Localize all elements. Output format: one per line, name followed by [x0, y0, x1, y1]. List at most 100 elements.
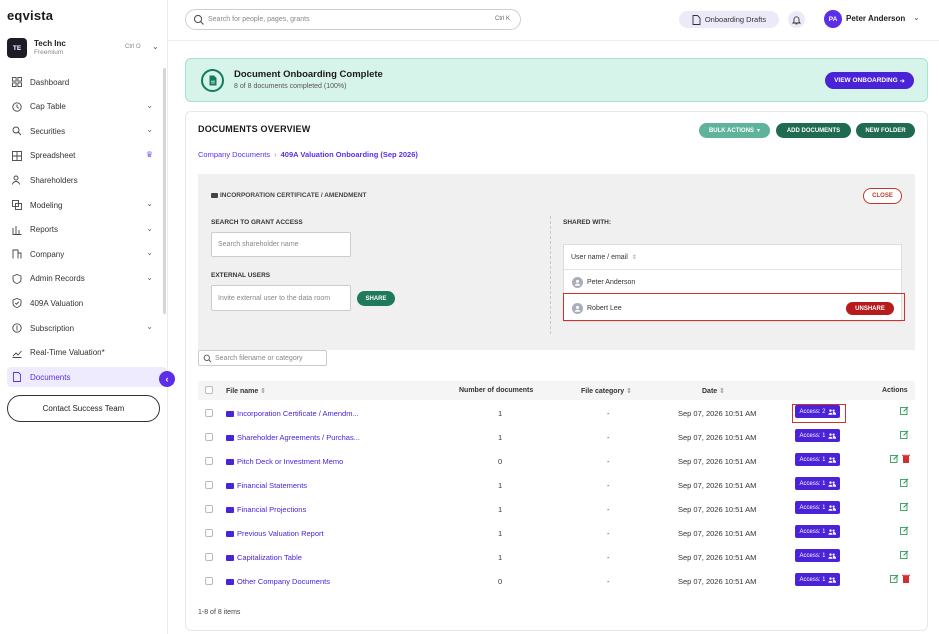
shareholder-search-input[interactable]: Search shareholder name	[211, 232, 351, 257]
filename-filter-input[interactable]: Search filename or category	[198, 350, 327, 366]
crown-icon: ♛	[145, 149, 153, 159]
select-all-checkbox[interactable]	[205, 386, 213, 394]
row-checkbox[interactable]	[205, 577, 213, 585]
row-checkbox[interactable]	[205, 529, 213, 537]
access-button[interactable]: Access: 1	[795, 573, 840, 586]
file-date: Sep 07, 2026 10:51 AM	[678, 505, 757, 514]
banner-title: Document Onboarding Complete	[234, 69, 383, 80]
document-icon	[692, 14, 701, 25]
access-button[interactable]: Access: 1	[795, 453, 840, 466]
file-name-link[interactable]: Capitalization Table	[226, 553, 302, 562]
edit-icon[interactable]	[900, 478, 909, 487]
row-actions	[900, 550, 909, 559]
row-checkbox[interactable]	[205, 481, 213, 489]
file-name-link[interactable]: Financial Statements	[226, 481, 307, 490]
view-onboarding-button[interactable]: VIEW ONBOARDING ➜	[825, 72, 914, 89]
file-name-link[interactable]: Pitch Deck or Investment Memo	[226, 457, 343, 466]
row-actions	[900, 430, 909, 439]
securities-icon	[10, 124, 24, 138]
sidebar-scrollbar[interactable]	[163, 68, 166, 314]
sidebar-item-modeling[interactable]: Modeling ⌄	[7, 195, 159, 215]
access-button[interactable]: Access: 1	[795, 549, 840, 562]
date-column-header[interactable]: Date ⇕	[702, 387, 725, 395]
external-user-input[interactable]: Invite external user to the data room	[211, 285, 351, 311]
row-checkbox[interactable]	[205, 457, 213, 465]
file-name-link[interactable]: Financial Projections	[226, 505, 306, 514]
global-search-input[interactable]: Search for people, pages, grants Ctrl K	[185, 9, 521, 30]
sidebar-item-admin-records[interactable]: Admin Records ⌄	[7, 269, 159, 289]
sidebar-item-dashboard[interactable]: Dashboard	[7, 72, 159, 92]
users-icon	[10, 173, 24, 187]
org-switcher[interactable]: TE Tech Inc Freemium Ctrl O ⌄	[7, 38, 162, 62]
bulk-actions-button[interactable]: BULK ACTIONS ▾	[699, 123, 770, 138]
trash-icon[interactable]	[902, 574, 910, 583]
sidebar: eqvista TE Tech Inc Freemium Ctrl O ⌄ Da…	[0, 0, 168, 634]
row-checkbox[interactable]	[205, 409, 213, 417]
access-label: Access: 1	[799, 456, 826, 463]
sidebar-item-securities[interactable]: Securities ⌄	[7, 121, 159, 141]
file-name-header-label: File name	[226, 388, 259, 395]
edit-icon[interactable]	[900, 526, 909, 535]
onboarding-drafts-button[interactable]: Onboarding Drafts	[679, 11, 779, 28]
edit-icon[interactable]	[900, 502, 909, 511]
eqvista-logo[interactable]: eqvista	[7, 8, 53, 23]
edit-icon[interactable]	[890, 454, 899, 463]
user-avatar[interactable]: PA	[824, 10, 842, 28]
sidebar-item-spreadsheet[interactable]: Spreadsheet ♛	[7, 146, 159, 166]
users-icon	[827, 528, 836, 535]
file-name-link[interactable]: Other Company Documents	[226, 577, 330, 586]
sort-icon: ⇕	[626, 388, 633, 395]
row-checkbox[interactable]	[205, 433, 213, 441]
sidebar-item-label: Company	[30, 249, 65, 259]
file-name: Financial Projections	[237, 505, 307, 514]
actions-column-header: Actions	[882, 387, 908, 394]
shared-with-header[interactable]: User name / email ⇕	[564, 245, 901, 270]
access-button[interactable]: Access: 1	[795, 477, 840, 490]
sidebar-item-company[interactable]: Company ⌄	[7, 244, 159, 264]
category-column-header[interactable]: File category ⇕	[581, 387, 632, 395]
row-checkbox[interactable]	[205, 553, 213, 561]
row-checkbox[interactable]	[205, 505, 213, 513]
collapse-sidebar-button[interactable]: ‹	[159, 371, 175, 387]
user-column-header: User name / email	[571, 253, 628, 261]
page-title: DOCUMENTS OVERVIEW	[198, 124, 311, 134]
access-button[interactable]: Access: 1	[795, 501, 840, 514]
edit-icon[interactable]	[900, 406, 909, 415]
sidebar-item-real-time-valuation[interactable]: Real-Time Valuation*	[7, 343, 159, 363]
sidebar-item-409a-valuation[interactable]: 409A Valuation	[7, 293, 159, 313]
edit-icon[interactable]	[900, 550, 909, 559]
sidebar-item-label: Documents	[30, 372, 71, 382]
sidebar-item-subscription[interactable]: Subscription ⌄	[7, 318, 159, 338]
share-button[interactable]: SHARE	[357, 291, 395, 306]
user-name[interactable]: Peter Anderson	[846, 14, 905, 23]
access-label: Access: 1	[799, 552, 826, 559]
folder-icon	[226, 458, 234, 465]
file-date: Sep 07, 2026 10:51 AM	[678, 577, 757, 586]
sidebar-item-documents[interactable]: Documents	[7, 367, 167, 388]
external-user-placeholder: Invite external user to the data room	[218, 294, 331, 302]
access-button[interactable]: Access: 1	[795, 429, 840, 442]
sidebar-item-shareholders[interactable]: Shareholders	[7, 170, 159, 190]
new-folder-button[interactable]: NEW FOLDER	[856, 123, 915, 138]
breadcrumb-current[interactable]: 409A Valuation Onboarding (Sep 2026)	[281, 150, 418, 159]
sort-icon: ⇕	[631, 254, 637, 261]
trash-icon[interactable]	[902, 454, 910, 463]
chevron-down-icon[interactable]: ⌄	[913, 13, 920, 22]
close-share-panel-button[interactable]: CLOSE	[863, 188, 902, 204]
breadcrumb-root[interactable]: Company Documents	[198, 150, 270, 159]
notifications-button[interactable]	[788, 11, 805, 28]
contact-success-team-button[interactable]: Contact Success Team	[7, 395, 160, 422]
access-button[interactable]: Access: 1	[795, 525, 840, 538]
table-row: Pitch Deck or Investment Memo 0 - Sep 07, 2…	[198, 449, 915, 473]
sidebar-item-reports[interactable]: Reports ⌄	[7, 220, 159, 240]
file-name-column-header[interactable]: File name ⇕	[226, 387, 266, 395]
file-name-link[interactable]: Shareholder Agreements / Purchas...	[226, 433, 360, 442]
file-name-link[interactable]: Incorporation Certificate / Amendm...	[226, 409, 359, 418]
edit-icon[interactable]	[890, 574, 899, 583]
file-name-link[interactable]: Previous Valuation Report	[226, 529, 324, 538]
table-row: Financial Statements 1 - Sep 07, 2026 10:51…	[198, 473, 915, 497]
edit-icon[interactable]	[900, 430, 909, 439]
add-documents-button[interactable]: ADD DOCUMENTS	[776, 123, 851, 138]
org-shortcut: Ctrl O	[125, 44, 141, 50]
sidebar-item-cap-table[interactable]: Cap Table ⌄	[7, 97, 159, 117]
